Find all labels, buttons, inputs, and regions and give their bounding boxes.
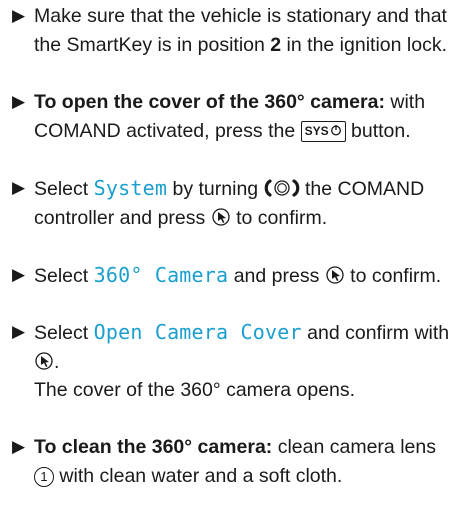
triangle-bullet-icon: ▶ <box>12 92 26 111</box>
step-3-text-b: by turning <box>167 178 264 200</box>
controller-press-icon <box>35 351 53 370</box>
step-5: ▶ Select Open Camera Cover and confirm w… <box>12 318 458 405</box>
controller-press-icon <box>212 207 230 226</box>
step-3: ▶ Select System by turning the COMAND co… <box>12 174 458 232</box>
menu-item-system: System <box>93 176 168 200</box>
menu-item-open-camera-cover: Open Camera Cover <box>93 320 302 344</box>
step-1-text-end: in the ignition lock. <box>281 33 447 56</box>
step-3-body: Select System by turning the COMAND cont… <box>34 174 456 232</box>
instruction-page: ▶ Make sure that the vehicle is stationa… <box>0 0 462 510</box>
step-2-text-end: button. <box>345 119 411 142</box>
triangle-bullet-icon: ▶ <box>12 6 26 25</box>
step-5-text-c: . <box>54 350 60 373</box>
step-5-text-b: and confirm with <box>301 322 450 344</box>
triangle-bullet-icon: ▶ <box>12 178 26 197</box>
menu-item-360-camera: 360° Camera <box>93 263 229 287</box>
step-4: ▶ Select 360° Camera and press to confir… <box>12 261 458 291</box>
power-icon <box>330 124 341 135</box>
step-4-text-c: to confirm. <box>344 265 442 287</box>
triangle-bullet-icon: ▶ <box>12 265 26 284</box>
step-1: ▶ Make sure that the vehicle is stationa… <box>12 2 458 59</box>
step-2-body: To open the cover of the 360° camera: wi… <box>34 88 456 145</box>
step-4-text: Select <box>34 265 94 287</box>
step-4-text-b: and press <box>228 265 325 287</box>
step-6: ▶ To clean the 360° camera: clean camera… <box>12 433 458 490</box>
controller-rotate-icon <box>264 179 299 197</box>
callout-number: 1 <box>34 466 54 487</box>
step-5-result: The cover of the 360° camera opens. <box>34 379 356 401</box>
step-4-body: Select 360° Camera and press to confirm. <box>34 261 456 291</box>
step-6-heading: To clean the 360° camera: <box>34 436 273 458</box>
sys-button-icon: SYS <box>300 120 346 142</box>
step-6-text: clean camera lens <box>272 436 436 458</box>
step-3-text: Select <box>34 178 94 200</box>
step-2: ▶ To open the cover of the 360° camera: … <box>12 88 458 145</box>
triangle-bullet-icon: ▶ <box>12 437 26 456</box>
controller-press-icon <box>326 266 344 284</box>
step-2-heading: To open the cover of the 360° camera: <box>34 91 385 113</box>
step-5-text: Select <box>34 322 94 344</box>
step-3-text-d: to confirm. <box>230 206 328 229</box>
step-5-body: Select Open Camera Cover and confirm wit… <box>34 318 456 405</box>
key-position: 2 <box>270 33 282 56</box>
sys-key-label: SYS <box>304 123 329 138</box>
step-1-body: Make sure that the vehicle is stationary… <box>34 2 456 59</box>
triangle-bullet-icon: ▶ <box>12 322 26 341</box>
step-6-body: To clean the 360° camera: clean camera l… <box>34 433 456 490</box>
step-6-text-end: with clean water and a soft cloth. <box>54 464 343 487</box>
